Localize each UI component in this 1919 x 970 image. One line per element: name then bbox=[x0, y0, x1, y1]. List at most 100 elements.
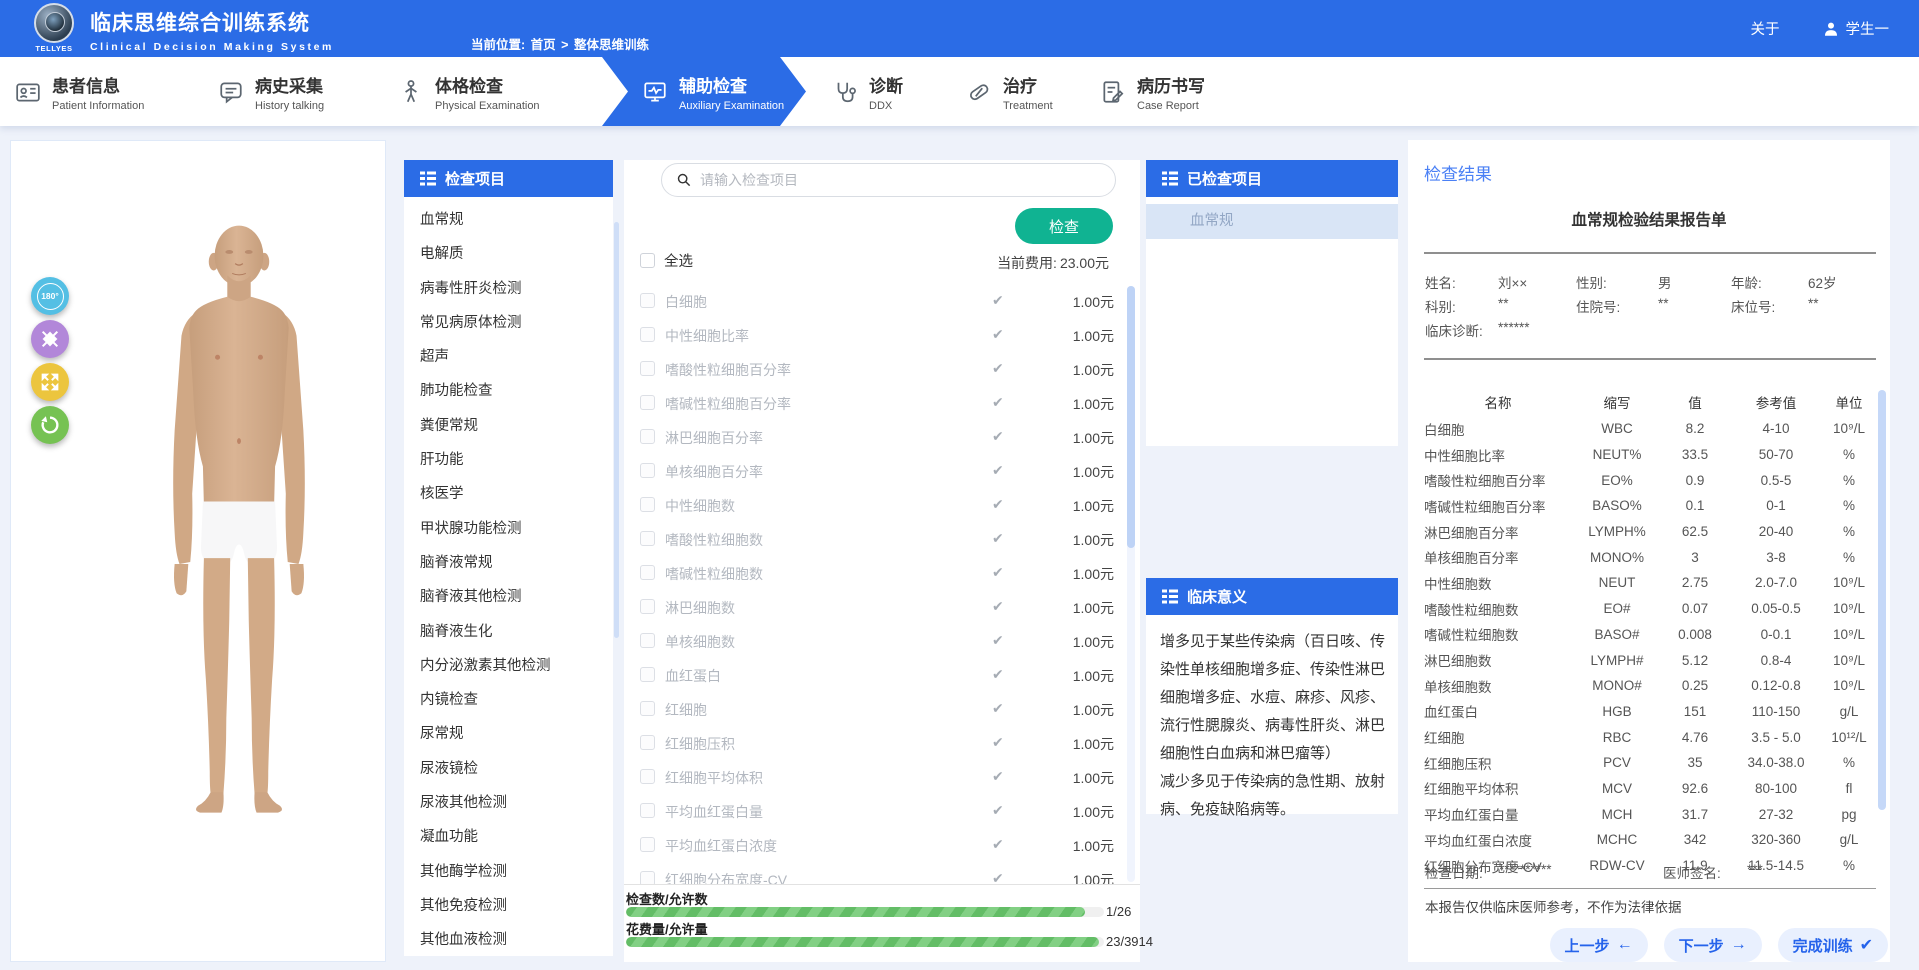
subitem-checkbox[interactable] bbox=[640, 701, 655, 716]
result-abbr: BASO# bbox=[1572, 627, 1662, 642]
subitem-checkbox[interactable] bbox=[640, 667, 655, 682]
exam-catalog-item[interactable]: 常见病原体检测 bbox=[404, 306, 613, 340]
result-ref: 27-32 bbox=[1728, 807, 1824, 822]
prev-step-button[interactable]: 上一步 ← bbox=[1550, 928, 1648, 962]
subitem-checkbox[interactable] bbox=[640, 361, 655, 376]
patient-age-label: 年龄: bbox=[1731, 272, 1762, 292]
patient-dept-value: ** bbox=[1498, 296, 1509, 311]
exam-catalog-item[interactable]: 肺功能检查 bbox=[404, 374, 613, 408]
breadcrumb-label: 当前位置: bbox=[471, 38, 525, 52]
select-all-checkbox[interactable] bbox=[640, 253, 655, 268]
subitem-checkbox[interactable] bbox=[640, 735, 655, 750]
tab-history-talking[interactable]: 病史采集 History talking bbox=[218, 57, 324, 126]
result-ref: 0-1 bbox=[1728, 498, 1824, 513]
subitem-checkbox[interactable] bbox=[640, 395, 655, 410]
exam-catalog-item[interactable]: 病毒性肝炎检测 bbox=[404, 272, 613, 306]
subitem-label: 红细胞压积 bbox=[665, 734, 735, 754]
exam-catalog-item[interactable]: 其他血液检测 bbox=[404, 923, 613, 956]
col-abbr: 缩写 bbox=[1572, 392, 1662, 412]
result-ref: 0.5-5 bbox=[1728, 473, 1824, 488]
user-menu[interactable]: 学生一 bbox=[1822, 18, 1890, 39]
exam-catalog-item[interactable]: 其他免疫检测 bbox=[404, 889, 613, 923]
exam-catalog-item[interactable]: 内镜检查 bbox=[404, 683, 613, 717]
exam-catalog-item[interactable]: 粪便常规 bbox=[404, 409, 613, 443]
result-abbr: LYMPH# bbox=[1572, 653, 1662, 668]
tab-case-report[interactable]: 病历书写 Case Report bbox=[1100, 57, 1205, 126]
exam-catalog-item[interactable]: 其他酶学检测 bbox=[404, 855, 613, 889]
finish-training-button[interactable]: 完成训练 ✔ bbox=[1778, 928, 1888, 962]
patient-dept-label: 科别: bbox=[1425, 296, 1456, 316]
result-unit: 10⁹/L bbox=[1824, 678, 1874, 693]
exam-selection-panel: 检查 全选 当前费用:23.00元 白细胞 ✔ 1.00元 中性细胞比率 ✔ 1… bbox=[624, 160, 1140, 962]
search-input[interactable] bbox=[700, 172, 1080, 188]
result-unit: 10⁹/L bbox=[1824, 601, 1874, 616]
subitem-label: 白细胞 bbox=[665, 292, 707, 312]
results-scrollbar[interactable] bbox=[1878, 390, 1886, 810]
checked-item[interactable]: 血常规 bbox=[1146, 204, 1398, 239]
exam-catalog-item[interactable]: 电解质 bbox=[404, 237, 613, 271]
result-ref: 110-150 bbox=[1728, 704, 1824, 719]
breadcrumb-home-link[interactable]: 首页 bbox=[531, 38, 556, 52]
tab-diagnosis[interactable]: 诊断 DDX bbox=[832, 57, 903, 126]
rotate-180-button[interactable]: 180° bbox=[31, 277, 69, 315]
result-abbr: RBC bbox=[1572, 730, 1662, 745]
result-name: 淋巴细胞数 bbox=[1424, 650, 1572, 670]
about-link[interactable]: 关于 bbox=[1751, 18, 1780, 39]
exam-catalog-item[interactable]: 尿常规 bbox=[404, 717, 613, 751]
exam-catalog-item[interactable]: 肝功能 bbox=[404, 443, 613, 477]
result-abbr: NEUT% bbox=[1572, 447, 1662, 462]
result-abbr: EO% bbox=[1572, 473, 1662, 488]
report-title: 血常规检验结果报告单 bbox=[1408, 208, 1890, 230]
run-check-button[interactable]: 检查 bbox=[1015, 208, 1113, 244]
tab-patient-information[interactable]: 患者信息 Patient Information bbox=[15, 57, 144, 126]
catalog-scrollbar[interactable] bbox=[614, 222, 619, 638]
result-abbr: EO# bbox=[1572, 601, 1662, 616]
monitor-waveform-icon bbox=[642, 79, 668, 105]
exam-catalog-item[interactable]: 尿液镜检 bbox=[404, 752, 613, 786]
exam-catalog-item[interactable]: 尿液其他检测 bbox=[404, 786, 613, 820]
subitem-price: 1.00元 bbox=[1073, 394, 1114, 414]
patient-diagnosis-label: 临床诊断: bbox=[1425, 320, 1483, 340]
expand-model-button[interactable] bbox=[31, 363, 69, 401]
exam-catalog-item[interactable]: 脑脊液常规 bbox=[404, 546, 613, 580]
next-step-button[interactable]: 下一步 → bbox=[1664, 928, 1762, 962]
subitem-checkbox[interactable] bbox=[640, 837, 655, 852]
exam-subitem-row: 嗜碱性粒细胞数 ✔ 1.00元 bbox=[624, 556, 1124, 590]
subitem-checkbox[interactable] bbox=[640, 327, 655, 342]
result-abbr: RDW-CV bbox=[1572, 858, 1662, 873]
exam-catalog-item[interactable]: 核医学 bbox=[404, 477, 613, 511]
fee-label: 当前费用: bbox=[997, 255, 1057, 271]
reset-model-button[interactable] bbox=[31, 406, 69, 444]
exam-catalog-item[interactable]: 血常规 bbox=[404, 203, 613, 237]
exam-catalog-item[interactable]: 凝血功能 bbox=[404, 820, 613, 854]
subitem-checkbox[interactable] bbox=[640, 463, 655, 478]
rotate-180-icon: 180° bbox=[37, 283, 64, 310]
result-abbr: LYMPH% bbox=[1572, 524, 1662, 539]
exam-catalog-item[interactable]: 脑脊液其他检测 bbox=[404, 580, 613, 614]
tab-sublabel: Auxiliary Examination bbox=[679, 100, 784, 112]
exam-catalog-item[interactable]: 甲状腺功能检测 bbox=[404, 512, 613, 546]
subitem-checkbox[interactable] bbox=[640, 293, 655, 308]
exam-catalog-item[interactable]: 超声 bbox=[404, 340, 613, 374]
subitem-checkbox[interactable] bbox=[640, 633, 655, 648]
exam-catalog-item[interactable]: 内分泌激素其他检测 bbox=[404, 649, 613, 683]
subitem-checkbox[interactable] bbox=[640, 497, 655, 512]
shrink-model-button[interactable] bbox=[31, 320, 69, 358]
subitem-checkbox[interactable] bbox=[640, 531, 655, 546]
result-abbr: BASO% bbox=[1572, 498, 1662, 513]
subitem-checkbox[interactable] bbox=[640, 565, 655, 580]
exam-catalog-item[interactable]: 脑脊液生化 bbox=[404, 615, 613, 649]
subitem-checkbox[interactable] bbox=[640, 871, 655, 884]
subitem-checkbox[interactable] bbox=[640, 429, 655, 444]
subitem-checkbox[interactable] bbox=[640, 769, 655, 784]
tab-auxiliary-examination[interactable]: 辅助检查 Auxiliary Examination bbox=[602, 57, 806, 126]
result-value: 151 bbox=[1662, 704, 1728, 719]
subitem-checkbox[interactable] bbox=[640, 803, 655, 818]
subitem-scrollbar-thumb[interactable] bbox=[1127, 286, 1135, 548]
clinical-paragraph: 减少多见于传染病的急性期、放射病、免疫缺陷病等。 bbox=[1160, 768, 1388, 824]
subitem-label: 嗜碱性粒细胞百分率 bbox=[665, 394, 791, 414]
patient-3d-model[interactable] bbox=[127, 211, 351, 835]
tab-treatment[interactable]: 治疗 Treatment bbox=[966, 57, 1053, 126]
subitem-checkbox[interactable] bbox=[640, 599, 655, 614]
tab-physical-examination[interactable]: 体格检查 Physical Examination bbox=[398, 57, 540, 126]
